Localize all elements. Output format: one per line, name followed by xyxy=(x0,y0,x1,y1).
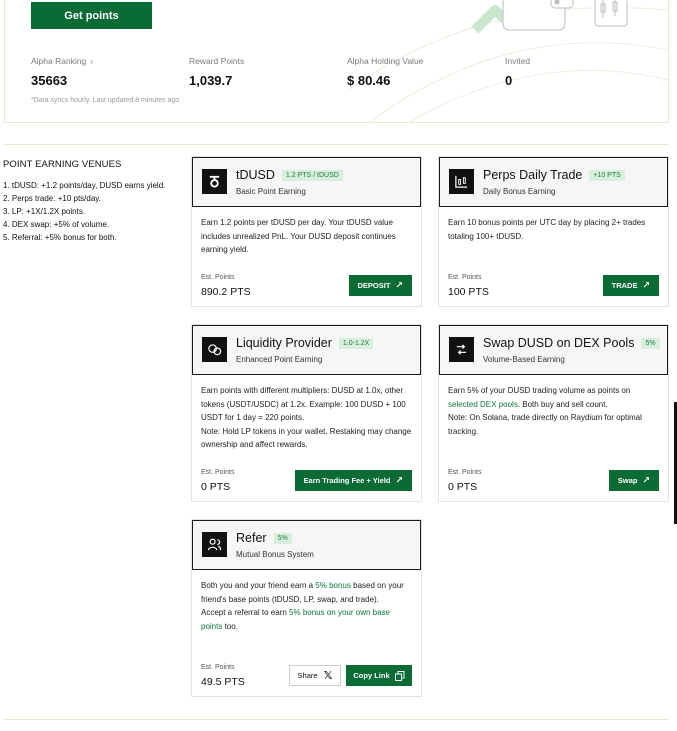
card-subtitle: Enhanced Point Earning xyxy=(236,355,323,364)
card-description: Earn points with different multipliers: … xyxy=(192,375,421,452)
est-points-label: Est. Points xyxy=(448,469,482,476)
sync-note: *Data syncs hourly. Last updated 8 minut… xyxy=(31,97,180,104)
card-header: Liquidity Provider 1.0-1.2X Enhanced Poi… xyxy=(192,325,421,375)
venue-card-refer: Refer 5% Mutual Bonus System Both you an… xyxy=(191,519,422,697)
card-badge: 5% xyxy=(273,532,292,544)
arrow-up-right-icon: ↗ xyxy=(642,280,650,290)
earning-venues-title: POINT EARNING VENUES xyxy=(3,159,122,170)
est-points-value: 100 PTS xyxy=(448,286,489,298)
swap-button[interactable]: Swap ↗ xyxy=(608,470,659,491)
card-subtitle: Volume-Based Earning xyxy=(483,355,565,364)
venue-card-tdusd: tDUSD 1.2 PTS / tDUSD Basic Point Earnin… xyxy=(191,156,422,307)
card-badge: +10 PTS xyxy=(589,169,625,181)
chart-icon xyxy=(449,169,474,194)
stat-value: 0 xyxy=(505,73,513,88)
card-title: Refer xyxy=(236,531,267,545)
stat-label: Alpha Holding Value xyxy=(347,56,424,66)
card-title: Perps Daily Trade xyxy=(483,168,583,182)
est-points-label: Est. Points xyxy=(201,664,235,671)
description-text: Accept a referral to earn xyxy=(201,608,290,617)
description-text: Both you and your friend earn a xyxy=(201,581,316,590)
highlight-text: 5% bonus xyxy=(315,581,351,590)
chevron-right-icon: › xyxy=(90,56,94,66)
card-description: Earn 5% of your DUSD trading volume as p… xyxy=(439,375,668,438)
card-description: Both you and your friend earn a 5% bonus… xyxy=(192,570,421,633)
arrow-up-right-icon: ↗ xyxy=(642,475,650,485)
stat-label: Alpha Ranking xyxy=(31,56,87,66)
stat-reward-points: Reward Points 1,039.7 xyxy=(189,56,244,88)
stat-label: Invited xyxy=(505,56,531,66)
est-points-label: Est. Points xyxy=(201,274,235,281)
deposit-button[interactable]: DEPOSIT ↗ xyxy=(348,275,412,296)
button-label: Share xyxy=(297,671,318,680)
stats-card: Get points Alpha Ranking › 35663 Reward … xyxy=(4,0,669,123)
card-description: Earn 1.2 points per tDUSD per day. Your … xyxy=(201,218,396,254)
stat-invited: Invited 0 xyxy=(505,56,530,88)
card-subtitle: Basic Point Earning xyxy=(236,187,306,196)
swap-icon xyxy=(449,337,474,362)
button-label: DEPOSIT xyxy=(357,281,391,290)
venue-card-liquidity: Liquidity Provider 1.0-1.2X Enhanced Poi… xyxy=(191,324,422,502)
copy-link-button[interactable]: Copy Link xyxy=(346,665,412,686)
note-text: Note: Hold LP tokens in your wallet. Res… xyxy=(201,426,412,450)
button-label: Copy Link xyxy=(353,671,390,680)
section-divider xyxy=(4,144,669,145)
note-text: Note: On Solana, trade directly on Raydi… xyxy=(448,413,642,436)
stat-value: 35663 xyxy=(31,73,68,88)
card-badge: 5% xyxy=(641,337,660,349)
card-subtitle: Mutual Bonus System xyxy=(236,550,314,559)
stat-alpha-ranking[interactable]: Alpha Ranking › 35663 xyxy=(31,56,93,88)
description-text: Earn points with different multipliers: … xyxy=(201,386,406,422)
card-title: Liquidity Provider xyxy=(236,336,332,350)
list-item: 2. Perps trade: +10 pts/day. xyxy=(3,194,101,203)
tdusd-icon xyxy=(202,169,227,194)
arrow-up-right-icon: ↗ xyxy=(395,475,403,485)
earning-venues-list: 1. tDUSD: +1.2 points/day, DUSD earns yi… xyxy=(3,179,168,244)
est-points-label: Est. Points xyxy=(201,469,235,476)
share-button[interactable]: Share 𝕏 xyxy=(289,665,341,686)
stat-value: 1,039.7 xyxy=(189,73,233,88)
venue-card-perps: Perps Daily Trade +10 PTS Daily Bonus Ea… xyxy=(438,156,669,307)
card-title: Swap DUSD on DEX Pools xyxy=(483,336,635,350)
button-label: Earn Trading Fee + Yield xyxy=(303,476,391,485)
users-icon xyxy=(202,532,227,557)
description-text: too. xyxy=(222,621,238,631)
earn-trading-fee-button[interactable]: Earn Trading Fee + Yield ↗ xyxy=(294,470,412,491)
stat-alpha-holding-value: Alpha Holding Value $ 80.46 xyxy=(347,56,423,88)
button-label: TRADE xyxy=(611,281,638,290)
list-item: 5. Referral: +5% bonus for both. xyxy=(3,233,117,242)
est-points-value: 0 PTS xyxy=(201,481,231,493)
est-points-value: 0 PTS xyxy=(448,481,478,493)
card-title: tDUSD xyxy=(236,168,275,182)
description-text: . Both buy and sell count. xyxy=(517,399,608,409)
card-header: Refer 5% Mutual Bonus System xyxy=(192,520,421,570)
dex-pools-link[interactable]: selected DEX pools xyxy=(448,400,518,409)
copy-icon xyxy=(394,670,405,681)
list-item: 1. tDUSD: +1.2 points/day, DUSD earns yi… xyxy=(3,181,166,190)
trade-button[interactable]: TRADE ↗ xyxy=(602,275,659,296)
x-logo-icon: 𝕏 xyxy=(323,670,333,682)
list-item: 3. LP: +1X/1.2X points. xyxy=(3,207,86,216)
venue-card-swap: Swap DUSD on DEX Pools 5% Volume-Based E… xyxy=(438,324,669,502)
stat-label: Reward Points xyxy=(189,56,245,66)
wallet-illustration xyxy=(471,0,628,34)
list-item: 4. DEX swap: +5% of volume. xyxy=(3,220,110,229)
description-text: Earn 5% of your DUSD trading volume as p… xyxy=(448,386,631,395)
est-points-value: 890.2 PTS xyxy=(201,286,251,298)
est-points-label: Est. Points xyxy=(448,274,482,281)
card-badge: 1.2 PTS / tDUSD xyxy=(281,169,343,181)
button-label: Swap xyxy=(617,476,638,485)
card-subtitle: Daily Bonus Earning xyxy=(483,187,556,196)
card-header: tDUSD 1.2 PTS / tDUSD Basic Point Earnin… xyxy=(192,157,421,207)
card-description: Earn 10 bonus points per UTC day by plac… xyxy=(448,218,646,241)
est-points-value: 49.5 PTS xyxy=(201,676,245,688)
card-header: Swap DUSD on DEX Pools 5% Volume-Based E… xyxy=(439,325,668,375)
coins-icon xyxy=(202,337,227,362)
card-header: Perps Daily Trade +10 PTS Daily Bonus Ea… xyxy=(439,157,668,207)
section-divider xyxy=(4,719,669,720)
get-points-button[interactable]: Get points xyxy=(31,2,152,29)
stat-value: $ 80.46 xyxy=(347,73,391,88)
arrow-up-right-icon: ↗ xyxy=(395,280,403,290)
card-badge: 1.0-1.2X xyxy=(338,337,374,349)
